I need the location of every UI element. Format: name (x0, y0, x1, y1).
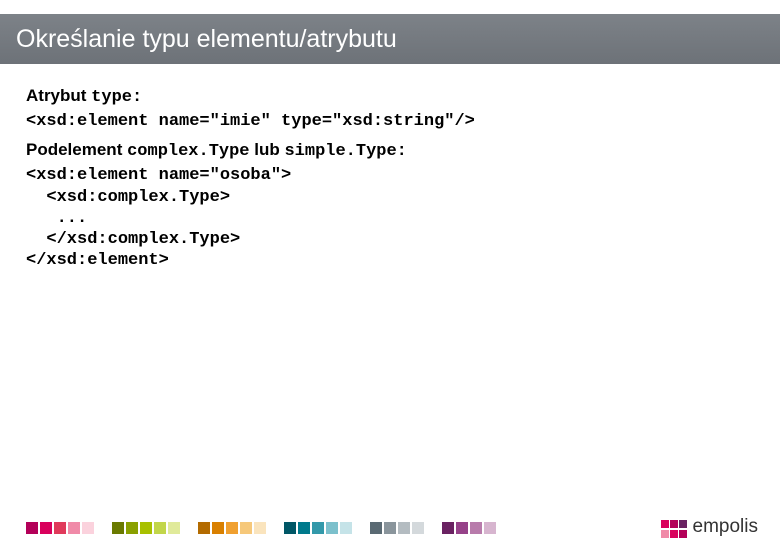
slide-content: Atrybut type: <xsd:element name="imie" t… (0, 64, 780, 272)
footer-square (470, 522, 482, 534)
line1-prefix: Atrybut (26, 86, 91, 105)
footer-square (340, 522, 352, 534)
footer-square (312, 522, 324, 534)
logo-square-icon (679, 520, 687, 528)
title-bar: Określanie typu elementu/atrybutu (0, 14, 780, 64)
footer-square (198, 522, 210, 534)
footer-square (54, 522, 66, 534)
footer-square (154, 522, 166, 534)
line-attribute-type: Atrybut type: (26, 86, 754, 107)
footer-square (254, 522, 266, 534)
footer-square (68, 522, 80, 534)
footer-square (298, 522, 310, 534)
footer-square (140, 522, 152, 534)
footer-square (484, 522, 496, 534)
footer-square (284, 522, 296, 534)
footer-square (82, 522, 94, 534)
line2-mid: lub (250, 140, 285, 159)
footer-square (40, 522, 52, 534)
footer-square (212, 522, 224, 534)
logo-mark-icon (661, 520, 687, 538)
logo-square-icon (661, 530, 669, 538)
footer-square (168, 522, 180, 534)
line2-mono2: simple.Type: (284, 142, 406, 161)
footer-square (398, 522, 410, 534)
logo-square-icon (679, 530, 687, 538)
footer-square (126, 522, 138, 534)
footer-square (412, 522, 424, 534)
line2-mono1: complex.Type (127, 142, 249, 161)
footer-square (240, 522, 252, 534)
slide-title: Określanie typu elementu/atrybutu (16, 25, 397, 54)
footer-square (370, 522, 382, 534)
footer-square (326, 522, 338, 534)
logo-square-icon (670, 520, 678, 528)
footer-square (456, 522, 468, 534)
code-block-2: <xsd:element name="osoba"> <xsd:complex.… (26, 165, 754, 271)
footer-squares (26, 522, 496, 534)
footer-square (442, 522, 454, 534)
logo-square-icon (661, 520, 669, 528)
footer-square (384, 522, 396, 534)
empolis-logo: empolis (661, 516, 758, 538)
line-subelement: Podelement complex.Type lub simple.Type: (26, 140, 754, 161)
line2-prefix: Podelement (26, 140, 127, 159)
line1-mono: type: (91, 88, 142, 107)
footer-square (112, 522, 124, 534)
footer-square (26, 522, 38, 534)
code-block-1: <xsd:element name="imie" type="xsd:strin… (26, 111, 754, 132)
footer-square (226, 522, 238, 534)
logo-text: empolis (693, 516, 758, 538)
logo-square-icon (670, 530, 678, 538)
